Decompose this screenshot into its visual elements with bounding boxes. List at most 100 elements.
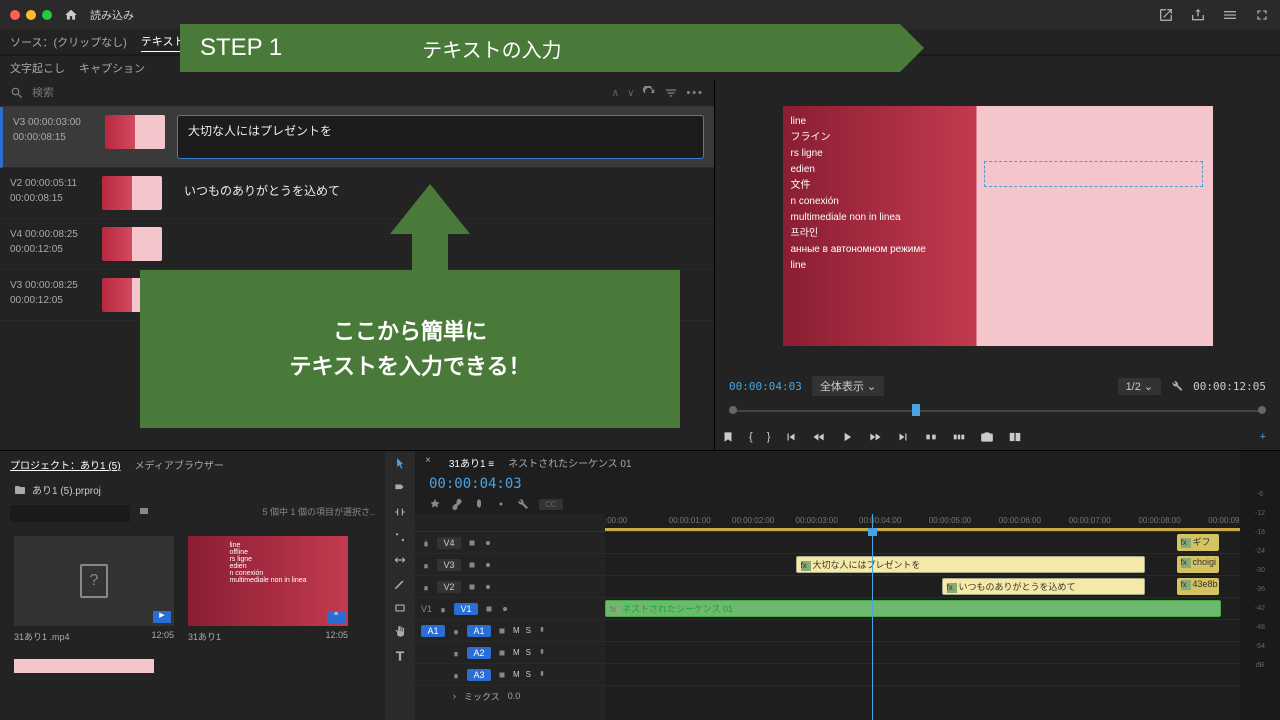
snap-icon[interactable] (429, 498, 441, 510)
settings-icon[interactable] (495, 498, 507, 510)
clip[interactable]: fxギフ (1177, 534, 1219, 551)
bracket-in-icon[interactable]: { (749, 431, 753, 443)
annotation-step-banner: STEP 1 テキストの入力 (180, 24, 900, 72)
zoom-dropdown[interactable]: 1/2 ⌄ (1118, 378, 1162, 395)
track-header-v3[interactable]: V3 (415, 554, 605, 576)
search-input[interactable] (32, 87, 604, 99)
timeline-panel: × 31あり1 ≡ ネストされたシーケンス 01 00:00:04:03 CC … (415, 451, 1240, 720)
track-lane-v4: fxギフ (605, 532, 1240, 554)
time-ruler[interactable]: :00:00 00:00:01:00 00:00:02:00 00:00:03:… (605, 514, 1240, 532)
new-window-icon[interactable] (1158, 7, 1174, 23)
caption-tab[interactable]: キャプション (79, 60, 145, 76)
caption-timecode: V3 00:00:08:2500:00:12:05 (10, 278, 90, 308)
track-header-v2[interactable]: V2 (415, 576, 605, 598)
track-lane-v2: fxいつものありがとうを込めて fx43e8b (605, 576, 1240, 598)
more-icon[interactable]: ••• (686, 87, 704, 99)
text-overlay[interactable]: 大切な人にはプレゼントを (984, 161, 1202, 187)
bin-item[interactable]: ?▶ 31あり1 .mp412:05 (14, 536, 174, 643)
share-icon[interactable] (1190, 7, 1206, 23)
track-lane-a2 (605, 642, 1240, 664)
rect-tool-icon[interactable] (393, 601, 407, 615)
hand-tool-icon[interactable] (393, 625, 407, 639)
menu-icon[interactable] (1222, 7, 1238, 23)
clip[interactable]: fx43e8b (1177, 578, 1219, 595)
current-timecode[interactable]: 00:00:04:03 (729, 380, 802, 393)
caption-row[interactable]: V3 00:00:03:0000:00:08:15 大切な人にはプレゼントを (0, 107, 714, 168)
ripple-edit-icon[interactable] (393, 505, 407, 519)
cc-icon[interactable]: CC (539, 499, 563, 510)
transcribe-tab[interactable]: 文字起こし (10, 60, 65, 76)
caption-timecode: V4 00:00:08:2500:00:12:05 (10, 227, 90, 257)
step-back-icon[interactable] (812, 430, 826, 444)
selection-tool-icon[interactable] (393, 457, 407, 471)
caption-row[interactable]: V2 00:00:05:1100:00:08:15 いつものありがとうを込めて (0, 168, 714, 219)
marker-icon[interactable] (473, 498, 485, 510)
caption-thumb (102, 227, 162, 261)
window-controls[interactable] (10, 10, 52, 20)
clip[interactable]: fxネストされたシーケンス 01 (605, 600, 1221, 617)
camera-icon[interactable] (980, 430, 994, 444)
bin-icon[interactable] (138, 505, 150, 517)
link-icon[interactable] (451, 498, 463, 510)
clip[interactable]: fxいつものありがとうを込めて (942, 578, 1145, 595)
track-header-v4[interactable]: V4 (415, 532, 605, 554)
wrench-icon[interactable] (517, 498, 529, 510)
extract-icon[interactable] (952, 430, 966, 444)
caption-row[interactable]: V4 00:00:08:2500:00:12:05 (0, 219, 714, 270)
track-header-a3[interactable]: A3MS (415, 664, 605, 686)
sequence-tab[interactable]: ネストされたシーケンス 01 (508, 455, 631, 470)
track-header-a2[interactable]: A2MS (415, 642, 605, 664)
clip[interactable]: fxchoigi (1177, 556, 1219, 573)
wrench-icon[interactable] (1171, 380, 1183, 392)
bin-item[interactable]: lineoffliners ligneedienn conexiónmultim… (188, 536, 348, 643)
mic-icon (537, 626, 547, 636)
down-icon[interactable]: ∨ (627, 88, 634, 99)
project-search-input[interactable] (10, 505, 130, 522)
timeline-content[interactable]: :00:00 00:00:01:00 00:00:02:00 00:00:03:… (605, 514, 1240, 720)
prev-edit-icon[interactable] (784, 430, 798, 444)
step-fwd-icon[interactable] (868, 430, 882, 444)
lift-icon[interactable] (924, 430, 938, 444)
sequence-tab[interactable]: 31あり1 ≡ (449, 455, 494, 470)
preview-canvas[interactable]: lineフラインrs ligneedien文件n conexiónmultime… (783, 106, 1213, 346)
caption-timecode: V2 00:00:05:1100:00:08:15 (10, 176, 90, 206)
bracket-out-icon[interactable]: } (767, 431, 771, 443)
add-button-icon[interactable]: + (1260, 431, 1266, 443)
slip-tool-icon[interactable] (393, 553, 407, 567)
fullscreen-icon[interactable] (1254, 7, 1270, 23)
audio-meters: -6-12-18-24-30-36-42-48-54dB (1240, 451, 1280, 720)
media-browser-tab[interactable]: メディアブラウザー (135, 457, 224, 472)
pen-tool-icon[interactable] (393, 577, 407, 591)
timeline-timecode[interactable]: 00:00:04:03 (415, 474, 536, 494)
refresh-icon[interactable] (642, 86, 656, 100)
compare-icon[interactable] (1008, 430, 1022, 444)
filter-icon[interactable] (664, 86, 678, 100)
clip[interactable]: fx大切な人にはプレゼントを (796, 556, 1145, 573)
next-edit-icon[interactable] (896, 430, 910, 444)
scrub-bar[interactable] (729, 402, 1266, 422)
playhead[interactable] (872, 514, 873, 720)
fit-dropdown[interactable]: 全体表示 ⌄ (812, 376, 884, 396)
mark-in-icon[interactable] (721, 430, 735, 444)
caption-text-input[interactable]: 大切な人にはプレゼントを (177, 115, 704, 159)
video-badge-icon: ▶ (153, 611, 171, 623)
text-tab[interactable]: テキスト (141, 33, 185, 52)
type-tool-icon[interactable] (393, 649, 407, 663)
track-lane-a1 (605, 620, 1240, 642)
track-header-a1[interactable]: A1A1MS (415, 620, 605, 642)
mix-row[interactable]: ›ミックス0.0 (415, 686, 605, 706)
project-panel: プロジェクト：あり1 (5) メディアブラウザー あり1 (5).prproj … (0, 451, 385, 720)
up-icon[interactable]: ∧ (612, 88, 619, 99)
razor-tool-icon[interactable] (393, 529, 407, 543)
source-tab[interactable]: ソース：(クリップなし) (10, 34, 127, 50)
sequence-badge-icon: ≡ (327, 611, 345, 623)
project-tab[interactable]: プロジェクト：あり1 (5) (10, 457, 121, 472)
search-icon[interactable] (10, 86, 24, 100)
track-select-icon[interactable] (393, 481, 407, 495)
track-header-v1[interactable]: V1V1 (415, 598, 605, 620)
annotation-callout: ここから簡単に テキストを入力できる！ (140, 270, 680, 428)
home-icon[interactable] (64, 8, 78, 22)
sequence-thumb: lineoffliners ligneedienn conexiónmultim… (188, 536, 348, 626)
play-icon[interactable] (840, 430, 854, 444)
program-monitor: lineフラインrs ligneedien文件n conexiónmultime… (715, 80, 1280, 450)
